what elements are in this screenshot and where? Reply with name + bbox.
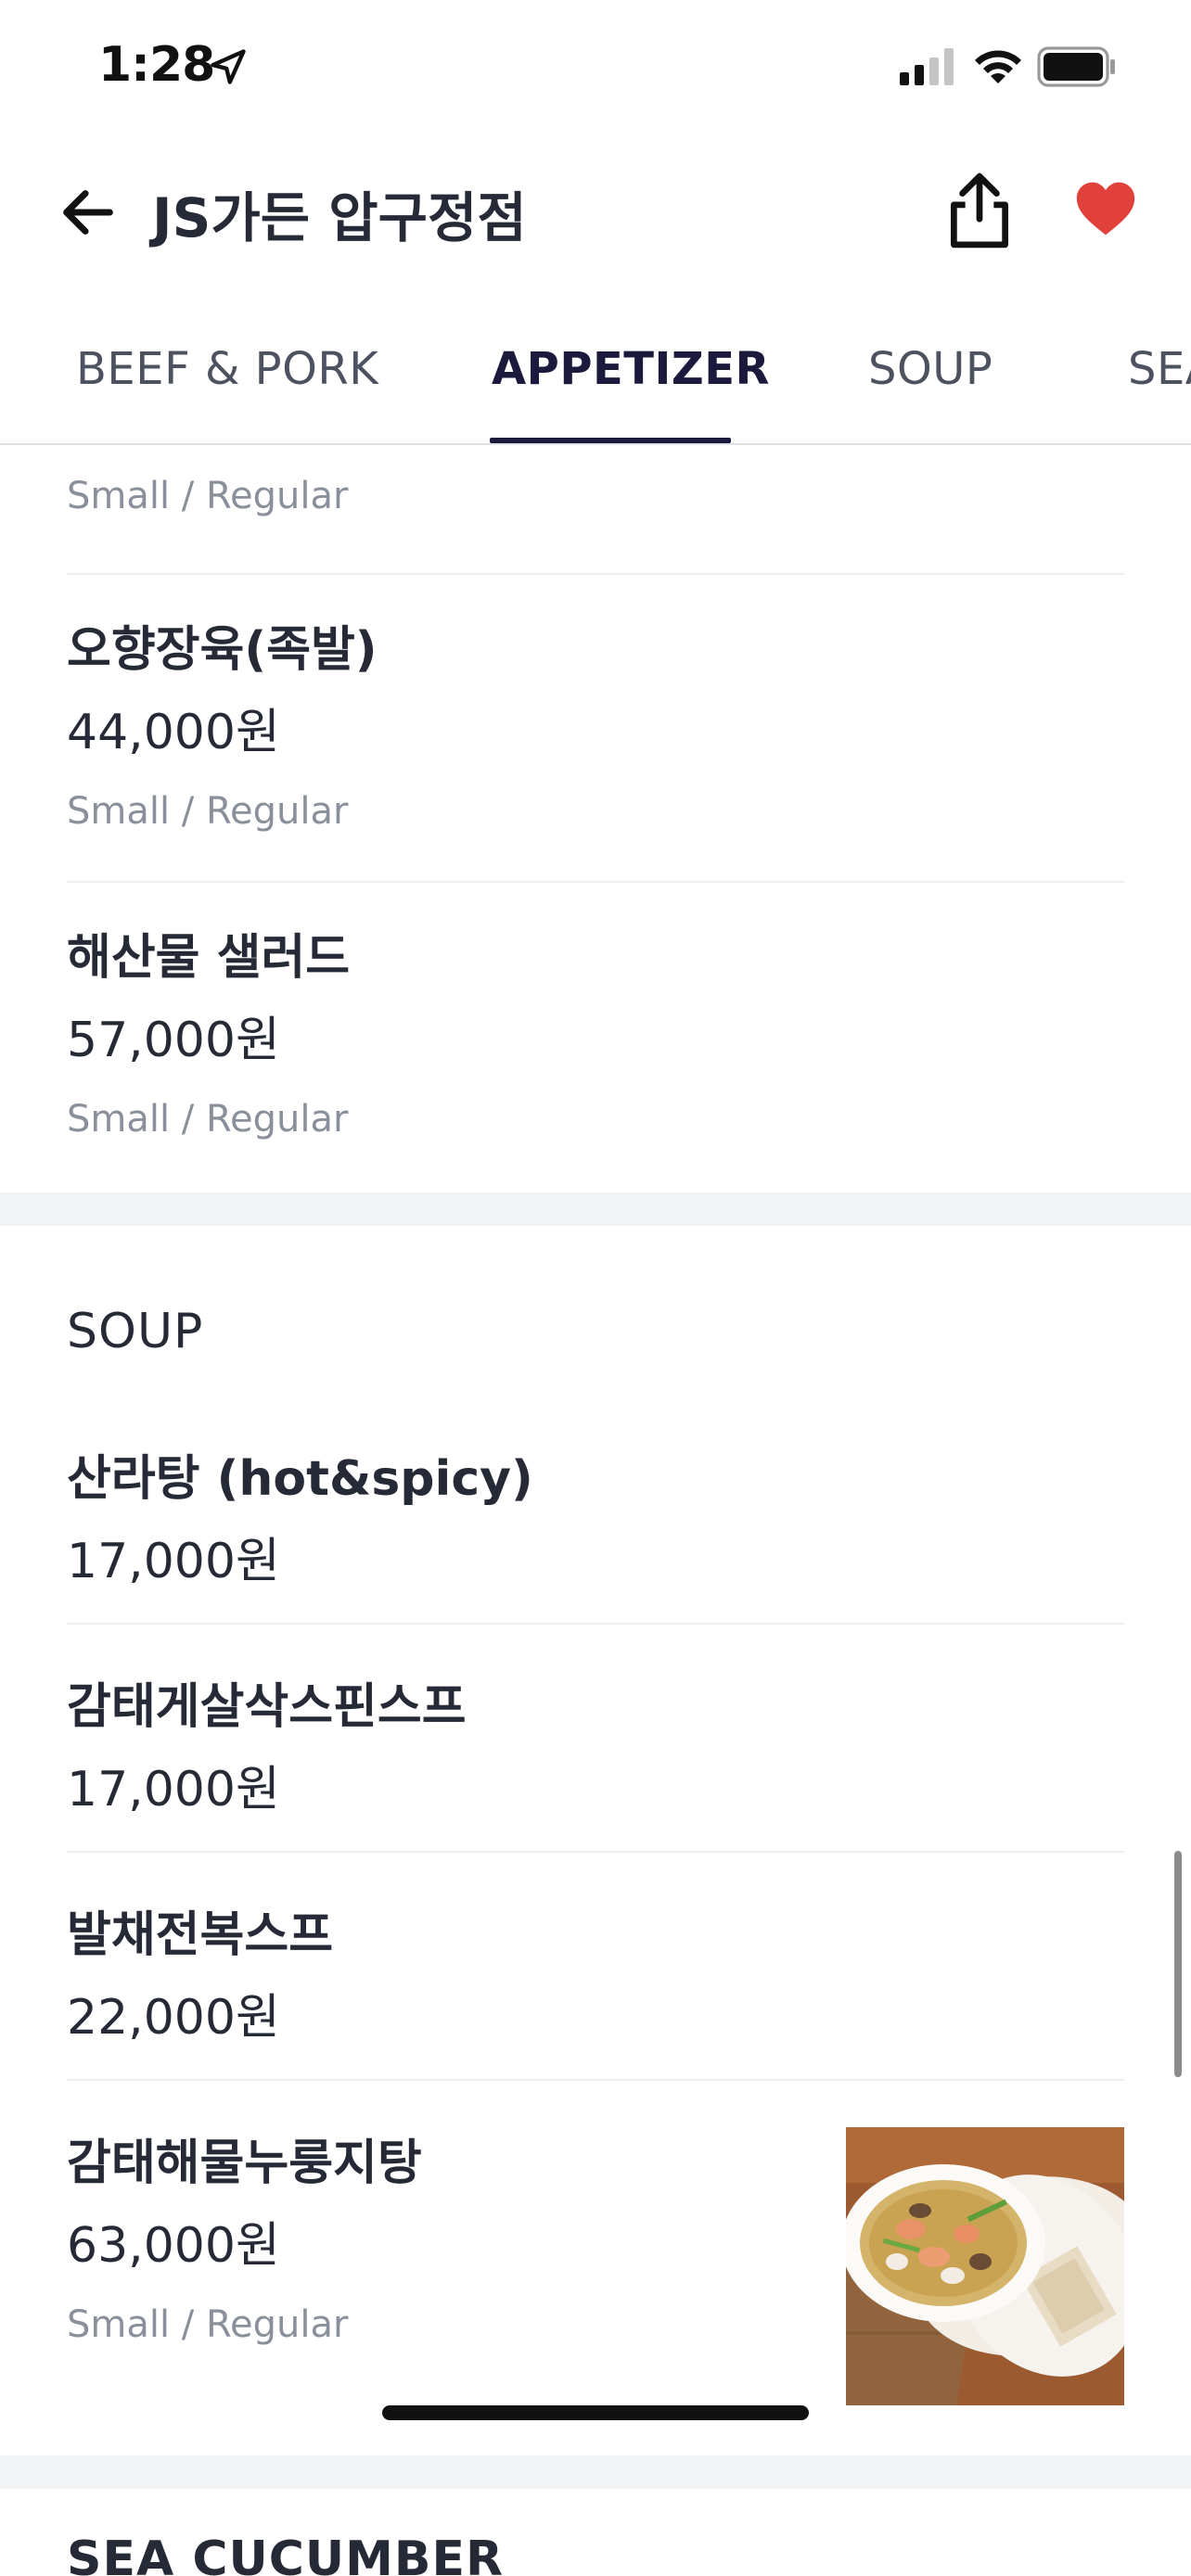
item-name: 발채전복스프 xyxy=(67,1907,334,1963)
item-price: 57,000원 xyxy=(67,1013,280,1068)
top-navigation-bar: JS가든 압구정점 xyxy=(0,139,1191,278)
tab-sea[interactable]: SEA xyxy=(1128,343,1191,395)
wifi-icon xyxy=(975,50,1021,83)
section-separator xyxy=(0,2455,1191,2489)
item-name: 감태게살삭스핀스프 xyxy=(67,1679,467,1735)
share-icon[interactable] xyxy=(944,171,1015,250)
status-time: 1:28 xyxy=(98,37,215,93)
menu-item[interactable]: 오향장육(족발) 44,000원 Small / Regular xyxy=(67,610,1124,833)
item-photo[interactable] xyxy=(846,2127,1124,2405)
menu-list: Small / Regular 오향장육(족발) 44,000원 Small /… xyxy=(0,447,1191,2576)
menu-item[interactable]: 발채전복스프 22,000원 xyxy=(67,1895,1124,2047)
item-name: 오향장육(족발) xyxy=(67,622,378,678)
restaurant-title: JS가든 압구정점 xyxy=(152,186,527,249)
section-title-sea-cucumber: SEA CUCUMBER xyxy=(67,2531,505,2576)
item-option: Small / Regular xyxy=(67,1098,349,1141)
cellular-signal-icon xyxy=(900,48,954,85)
status-bar: 1:28 xyxy=(0,0,1191,139)
category-tabs: BEEF & PORK APPETIZER SOUP SEA xyxy=(0,297,1191,445)
divider xyxy=(67,2079,1124,2081)
item-option: Small / Regular xyxy=(67,475,349,517)
tab-beef-pork[interactable]: BEEF & PORK xyxy=(76,343,378,395)
scrollbar[interactable] xyxy=(1174,1851,1182,2077)
menu-item[interactable]: 감태게살삭스핀스프 17,000원 xyxy=(67,1667,1124,1819)
menu-item[interactable]: 해산물 샐러드 57,000원 Small / Regular xyxy=(67,918,1124,1141)
divider xyxy=(67,881,1124,883)
menu-item[interactable]: 산라탕 (hot&spicy) 17,000원 xyxy=(67,1439,1124,1591)
tab-appetizer[interactable]: APPETIZER xyxy=(492,343,770,395)
back-arrow-icon[interactable] xyxy=(56,180,121,245)
item-price: 17,000원 xyxy=(67,1762,280,1817)
item-price: 17,000원 xyxy=(67,1534,280,1589)
item-price: 44,000원 xyxy=(67,705,280,760)
heart-icon[interactable] xyxy=(1074,178,1137,239)
seafood-soup-photo-icon xyxy=(846,2127,1124,2405)
battery-icon xyxy=(1037,46,1115,87)
location-arrow-icon xyxy=(211,49,246,84)
active-tab-indicator xyxy=(490,438,731,443)
item-name: 산라탕 (hot&spicy) xyxy=(67,1451,533,1507)
item-price: 22,000원 xyxy=(67,1990,280,2046)
divider xyxy=(67,573,1124,575)
home-indicator[interactable] xyxy=(382,2405,809,2420)
menu-item[interactable]: Small / Regular xyxy=(67,475,1124,517)
item-name: 해산물 샐러드 xyxy=(67,930,351,986)
section-separator xyxy=(0,1192,1191,1226)
divider xyxy=(67,1623,1124,1625)
tab-soup[interactable]: SOUP xyxy=(868,343,992,395)
divider xyxy=(67,1851,1124,1853)
item-option: Small / Regular xyxy=(67,790,349,833)
section-title-soup: SOUP xyxy=(67,1304,204,1359)
